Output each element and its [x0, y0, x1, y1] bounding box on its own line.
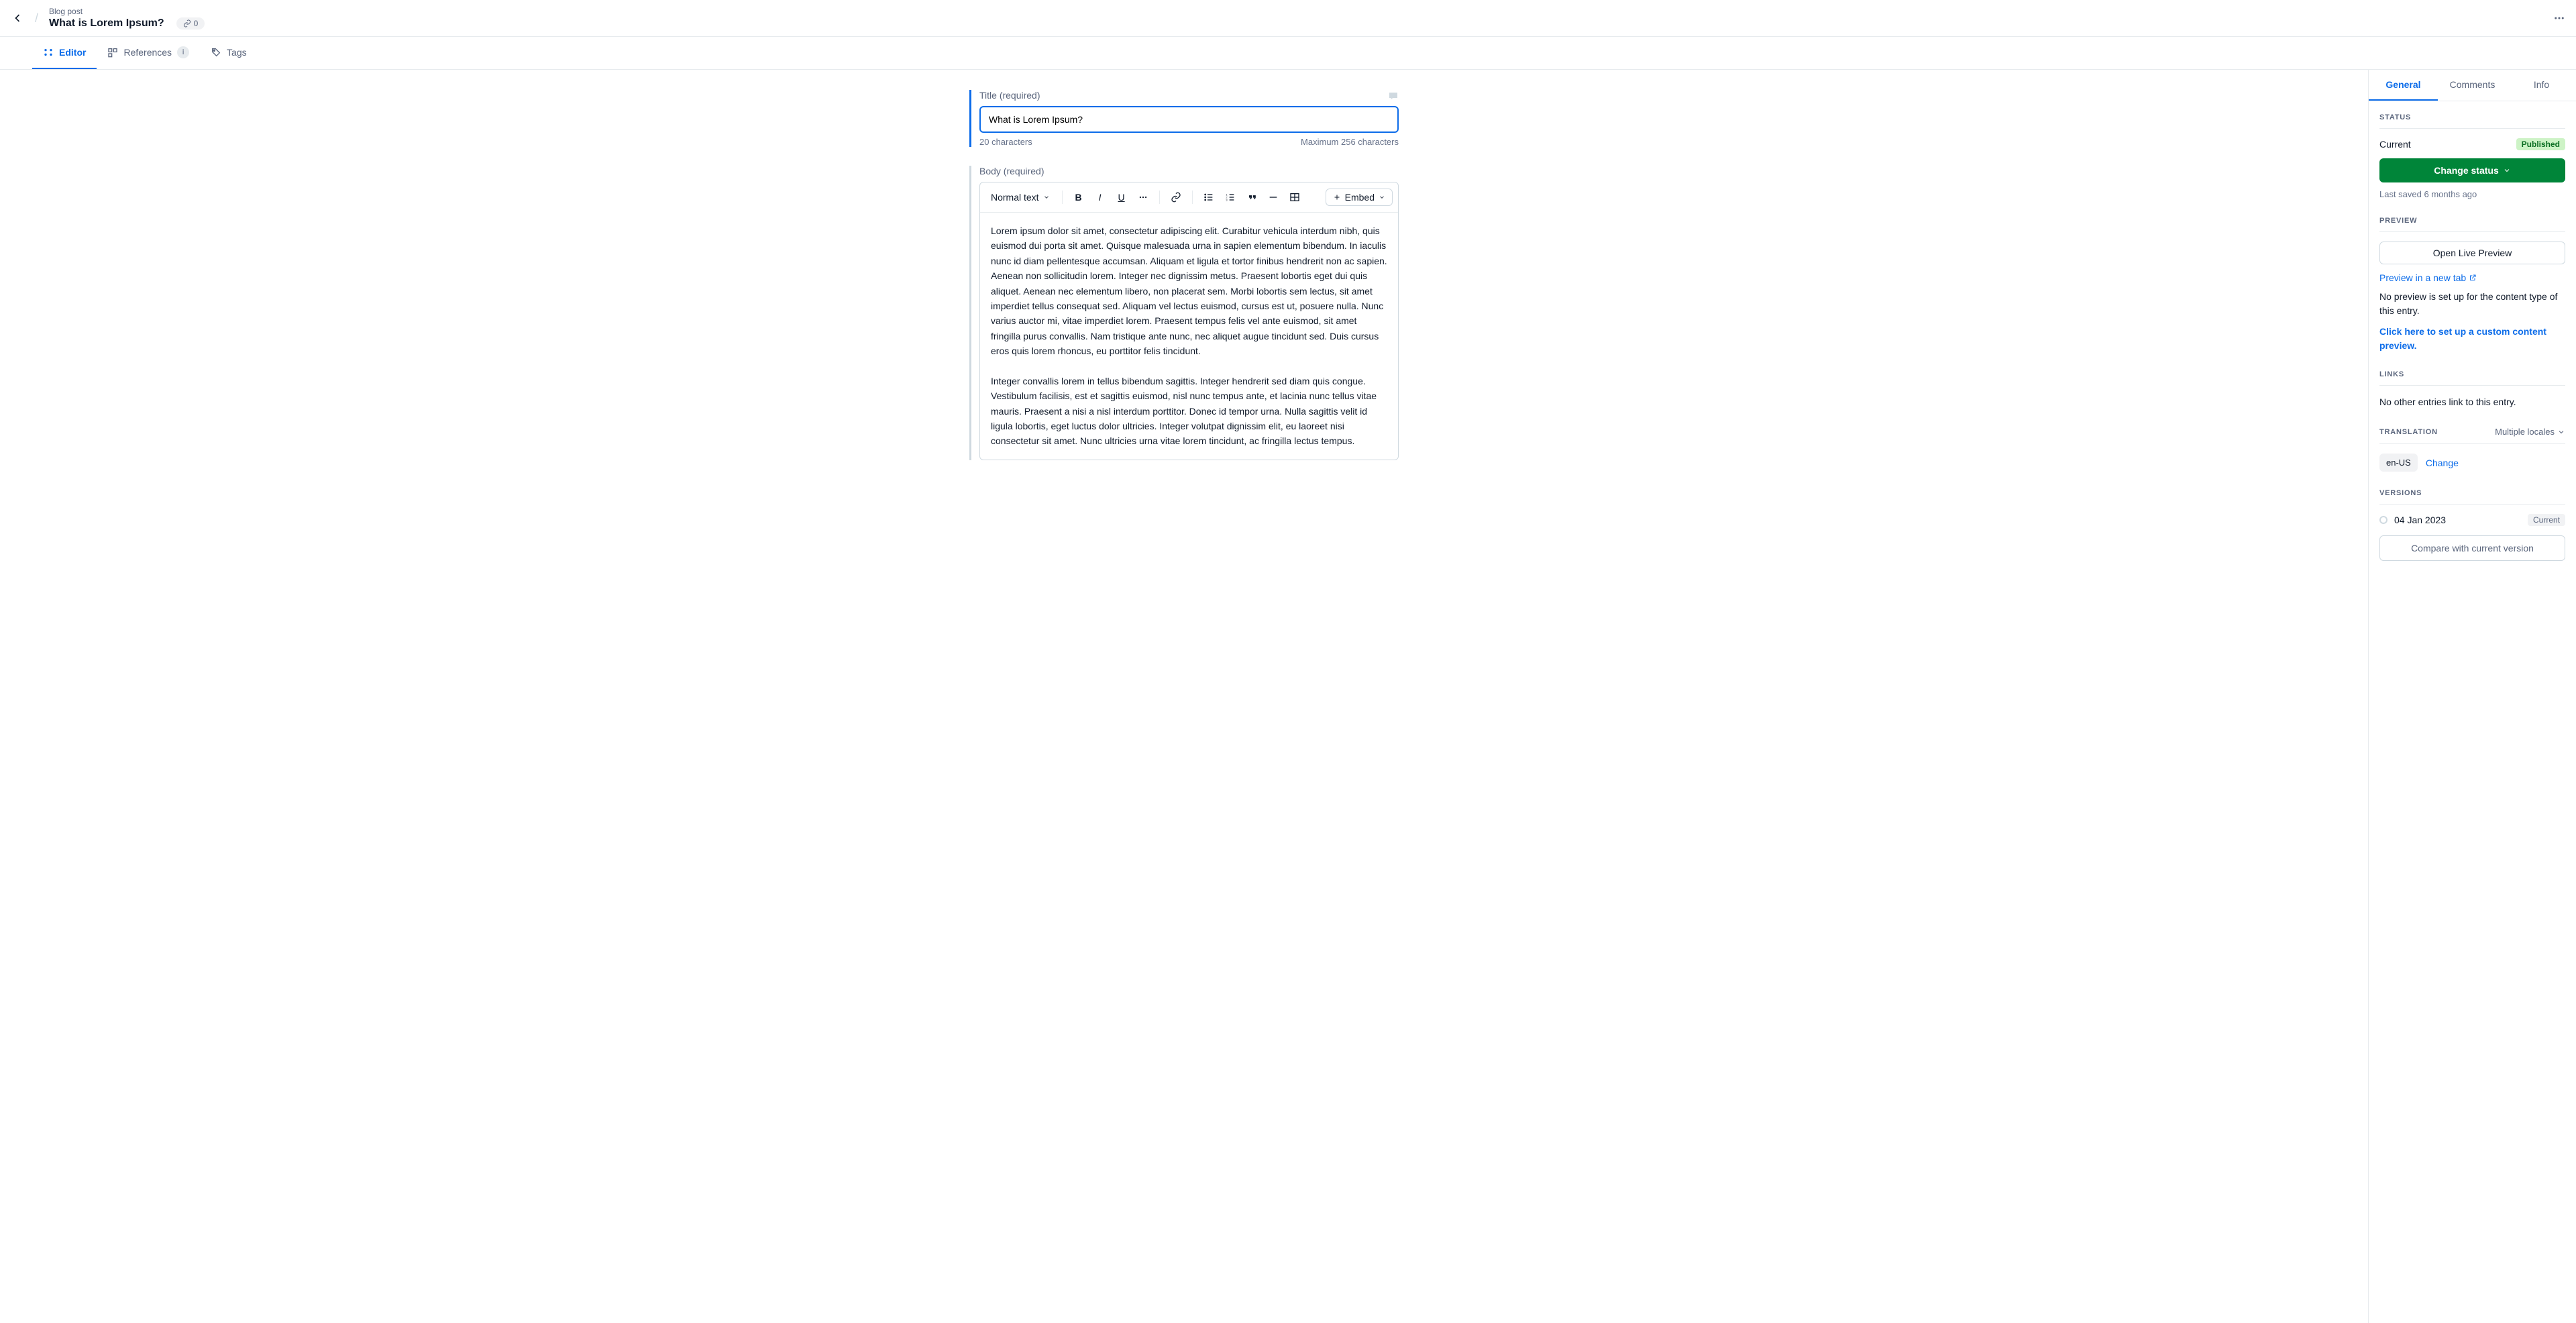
more-icon[interactable] [2553, 12, 2565, 24]
embed-button[interactable]: Embed [1326, 189, 1393, 206]
preview-heading: Preview [2379, 217, 2565, 232]
links-empty-text: No other entries link to this entry. [2379, 395, 2565, 409]
preview-new-tab-link[interactable]: Preview in a new tab [2379, 272, 2477, 283]
change-locale-link[interactable]: Change [2426, 458, 2459, 468]
link-count-pill[interactable]: 0 [176, 17, 205, 30]
references-info-badge: i [177, 46, 189, 58]
tab-tags[interactable]: Tags [200, 37, 258, 69]
character-max: Maximum 256 characters [1301, 137, 1399, 147]
underline-button[interactable]: U [1112, 188, 1131, 207]
quote-icon [1247, 193, 1256, 202]
status-current-label: Current [2379, 139, 2411, 150]
bold-button[interactable]: B [1069, 188, 1088, 207]
locale-pill: en-US [2379, 454, 2418, 472]
table-button[interactable] [1285, 188, 1304, 207]
tab-references[interactable]: References i [97, 37, 200, 69]
status-badge: Published [2516, 138, 2565, 150]
table-icon [1289, 192, 1300, 203]
svg-text:3: 3 [1226, 198, 1228, 201]
quote-button[interactable] [1242, 188, 1261, 207]
chevron-down-icon [1043, 194, 1050, 201]
translation-heading: Translation Multiple locales [2379, 427, 2565, 444]
version-dot-icon [2379, 516, 2387, 524]
content-type-label: Blog post [49, 7, 205, 16]
more-format-button[interactable] [1134, 188, 1152, 207]
sidebar-tab-comments[interactable]: Comments [2438, 70, 2507, 101]
body-field-label: Body (required) [979, 166, 1044, 176]
page-title: What is Lorem Ipsum? [49, 17, 164, 30]
open-live-preview-button[interactable]: Open Live Preview [2379, 242, 2565, 264]
breadcrumb-separator: / [35, 11, 38, 25]
hr-button[interactable] [1264, 188, 1283, 207]
dots-icon [1138, 193, 1148, 202]
external-link-icon [2469, 274, 2477, 282]
back-icon[interactable] [11, 11, 24, 25]
bullet-list-icon [1203, 192, 1214, 203]
title-field-label: Title (required) [979, 90, 1040, 101]
tag-icon [211, 47, 221, 58]
link-icon [1171, 192, 1181, 203]
plus-icon [1333, 193, 1341, 201]
hr-icon [1268, 192, 1279, 203]
editor-icon [43, 47, 54, 58]
version-date: 04 Jan 2023 [2394, 515, 2446, 525]
comment-icon[interactable] [1388, 90, 1399, 101]
compare-versions-button[interactable]: Compare with current version [2379, 535, 2565, 561]
versions-heading: Versions [2379, 489, 2565, 505]
tab-editor[interactable]: Editor [32, 37, 97, 69]
numbered-list-icon: 123 [1225, 192, 1236, 203]
chevron-down-icon [2557, 428, 2565, 436]
change-status-button[interactable]: Change status [2379, 158, 2565, 182]
chevron-down-icon [2503, 166, 2511, 174]
character-count: 20 characters [979, 137, 1032, 147]
multiple-locales-dropdown[interactable]: Multiple locales [2495, 427, 2565, 437]
status-heading: Status [2379, 113, 2565, 129]
link-button[interactable] [1167, 188, 1185, 207]
links-heading: Links [2379, 370, 2565, 386]
numbered-list-button[interactable]: 123 [1221, 188, 1240, 207]
preview-setup-link[interactable]: Click here to set up a custom content pr… [2379, 325, 2565, 353]
italic-button[interactable]: I [1091, 188, 1110, 207]
chevron-down-icon [1379, 194, 1385, 201]
version-current-badge: Current [2528, 514, 2565, 526]
title-input[interactable] [979, 106, 1399, 133]
preview-not-setup-text: No preview is set up for the content typ… [2379, 290, 2565, 318]
references-icon [107, 47, 118, 58]
sidebar-tab-general[interactable]: General [2369, 70, 2438, 101]
last-saved-text: Last saved 6 months ago [2379, 189, 2565, 199]
body-content[interactable]: Lorem ipsum dolor sit amet, consectetur … [980, 213, 1398, 460]
link-icon [183, 19, 191, 28]
text-style-dropdown[interactable]: Normal text [985, 189, 1055, 205]
sidebar-tab-info[interactable]: Info [2507, 70, 2576, 101]
bullet-list-button[interactable] [1199, 188, 1218, 207]
